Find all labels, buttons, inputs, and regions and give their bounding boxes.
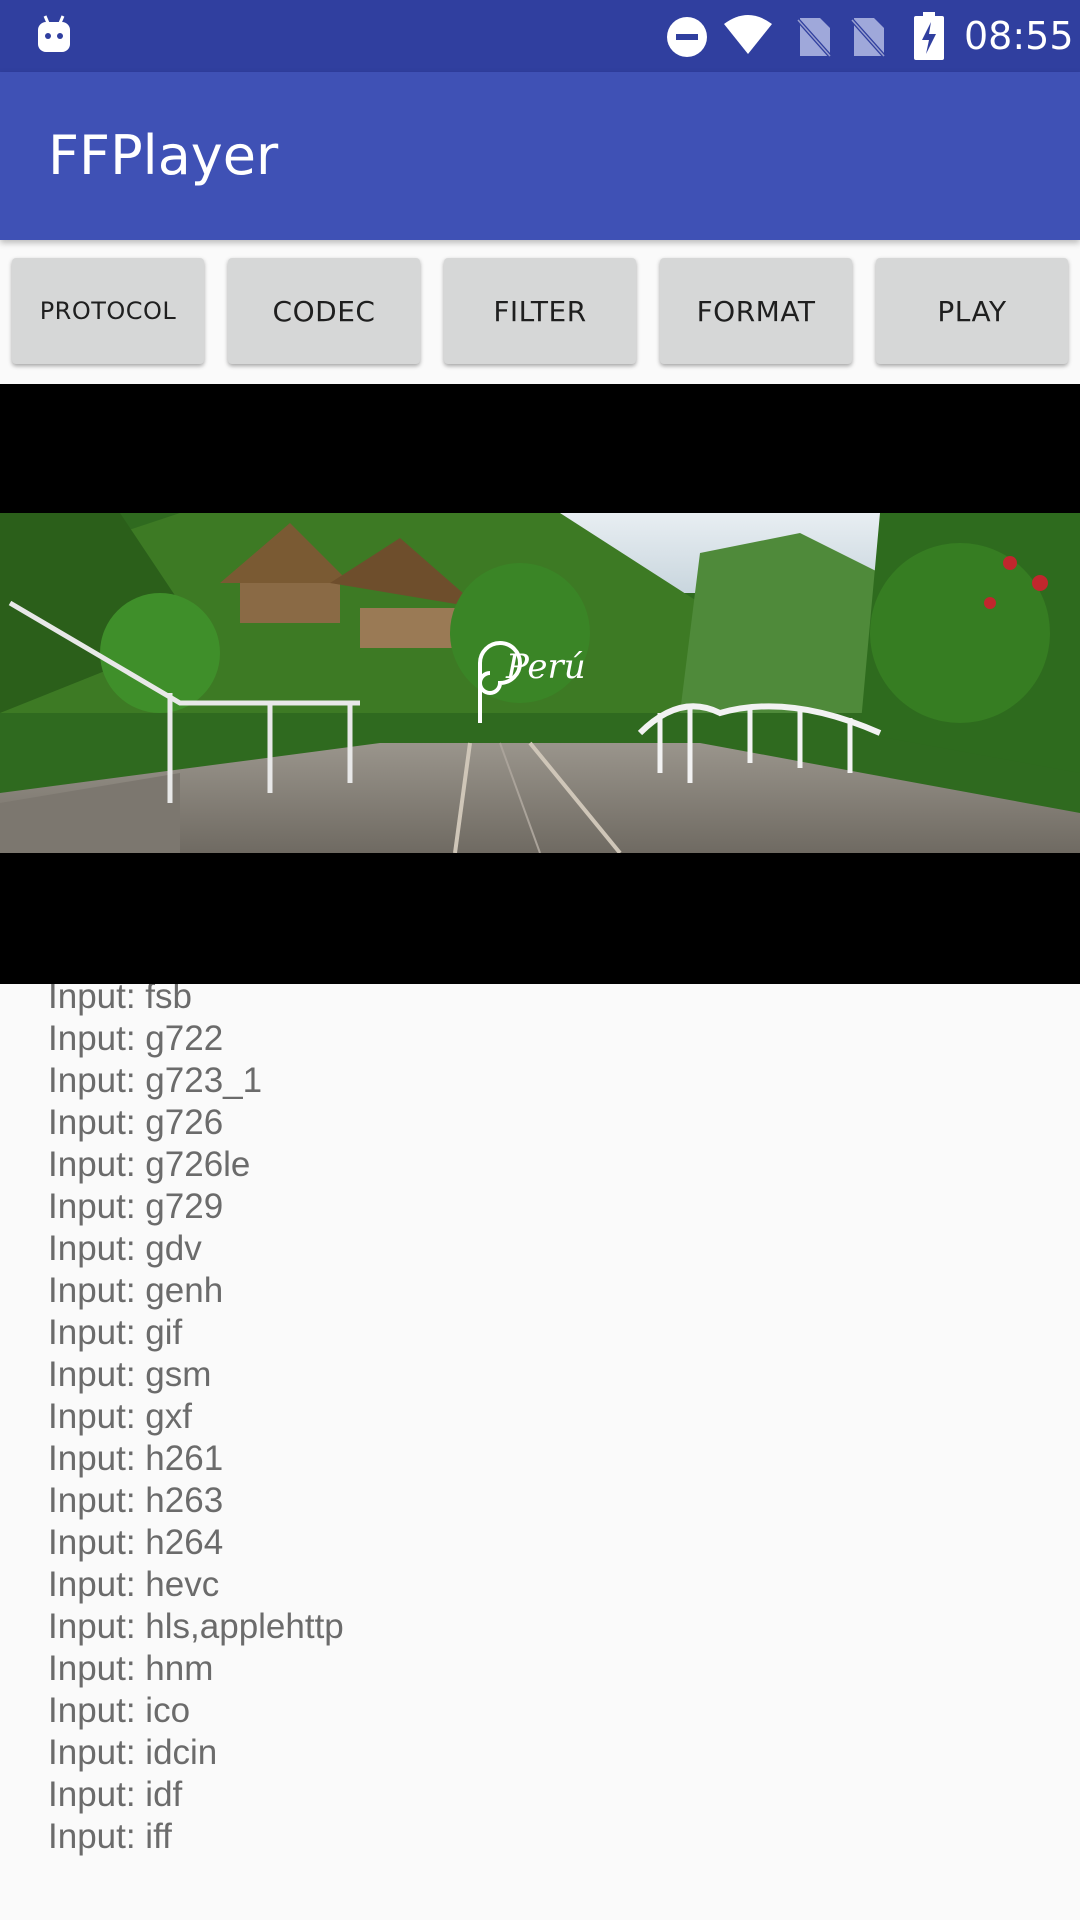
log-output[interactable]: Input: fsb Input: g722 Input: g723_1 Input:…: [0, 984, 1080, 1872]
button-row: PROTOCOL CODEC FILTER FORMAT PLAY: [0, 240, 1080, 384]
android-icon: [38, 15, 70, 52]
log-line: Input: iff: [48, 1817, 172, 1856]
svg-text:Perú: Perú: [505, 647, 586, 687]
protocol-button[interactable]: PROTOCOL: [12, 258, 204, 364]
log-line: Input: hnm: [48, 1649, 214, 1688]
log-line: Input: h263: [48, 1481, 224, 1520]
app-bar: FFPlayer: [0, 72, 1080, 240]
log-line: Input: g726: [48, 1103, 224, 1142]
status-bar: 08:55: [0, 0, 1080, 72]
log-line: Input: h261: [48, 1439, 224, 1478]
log-line: Input: g722: [48, 1019, 224, 1058]
play-button[interactable]: PLAY: [876, 258, 1068, 364]
log-line: Input: idcin: [48, 1733, 218, 1772]
log-line: Input: genh: [48, 1271, 224, 1310]
codec-button[interactable]: CODEC: [228, 258, 420, 364]
no-sim-icon: [796, 18, 832, 58]
battery-charging-icon: [914, 12, 944, 60]
video-surface[interactable]: Perú: [0, 384, 1080, 984]
wifi-icon: [724, 15, 772, 54]
log-line: Input: fsb: [48, 984, 192, 1016]
log-line: Input: gsm: [48, 1355, 212, 1394]
log-line: Input: g723_1: [48, 1061, 263, 1100]
log-line: Input: idf: [48, 1775, 183, 1814]
log-list: Input: fsb Input: g722 Input: g723_1 Input:…: [48, 984, 344, 1858]
no-sim-icon: [850, 18, 886, 58]
format-button[interactable]: FORMAT: [660, 258, 852, 364]
log-line: Input: g726le: [48, 1145, 251, 1184]
log-line: Input: gif: [48, 1313, 183, 1352]
filter-button[interactable]: FILTER: [444, 258, 636, 364]
log-line: Input: g729: [48, 1187, 224, 1226]
log-line: Input: ico: [48, 1691, 191, 1730]
log-line: Input: gdv: [48, 1229, 202, 1268]
video-frame: Perú: [0, 513, 1080, 853]
status-clock: 08:55: [964, 14, 1074, 58]
app-title: FFPlayer: [48, 124, 279, 187]
log-line: Input: hevc: [48, 1565, 220, 1604]
log-line: Input: gxf: [48, 1397, 192, 1436]
log-line: Input: hls,applehttp: [48, 1607, 344, 1646]
log-line: Input: h264: [48, 1523, 224, 1562]
do-not-disturb-icon: [667, 17, 707, 57]
